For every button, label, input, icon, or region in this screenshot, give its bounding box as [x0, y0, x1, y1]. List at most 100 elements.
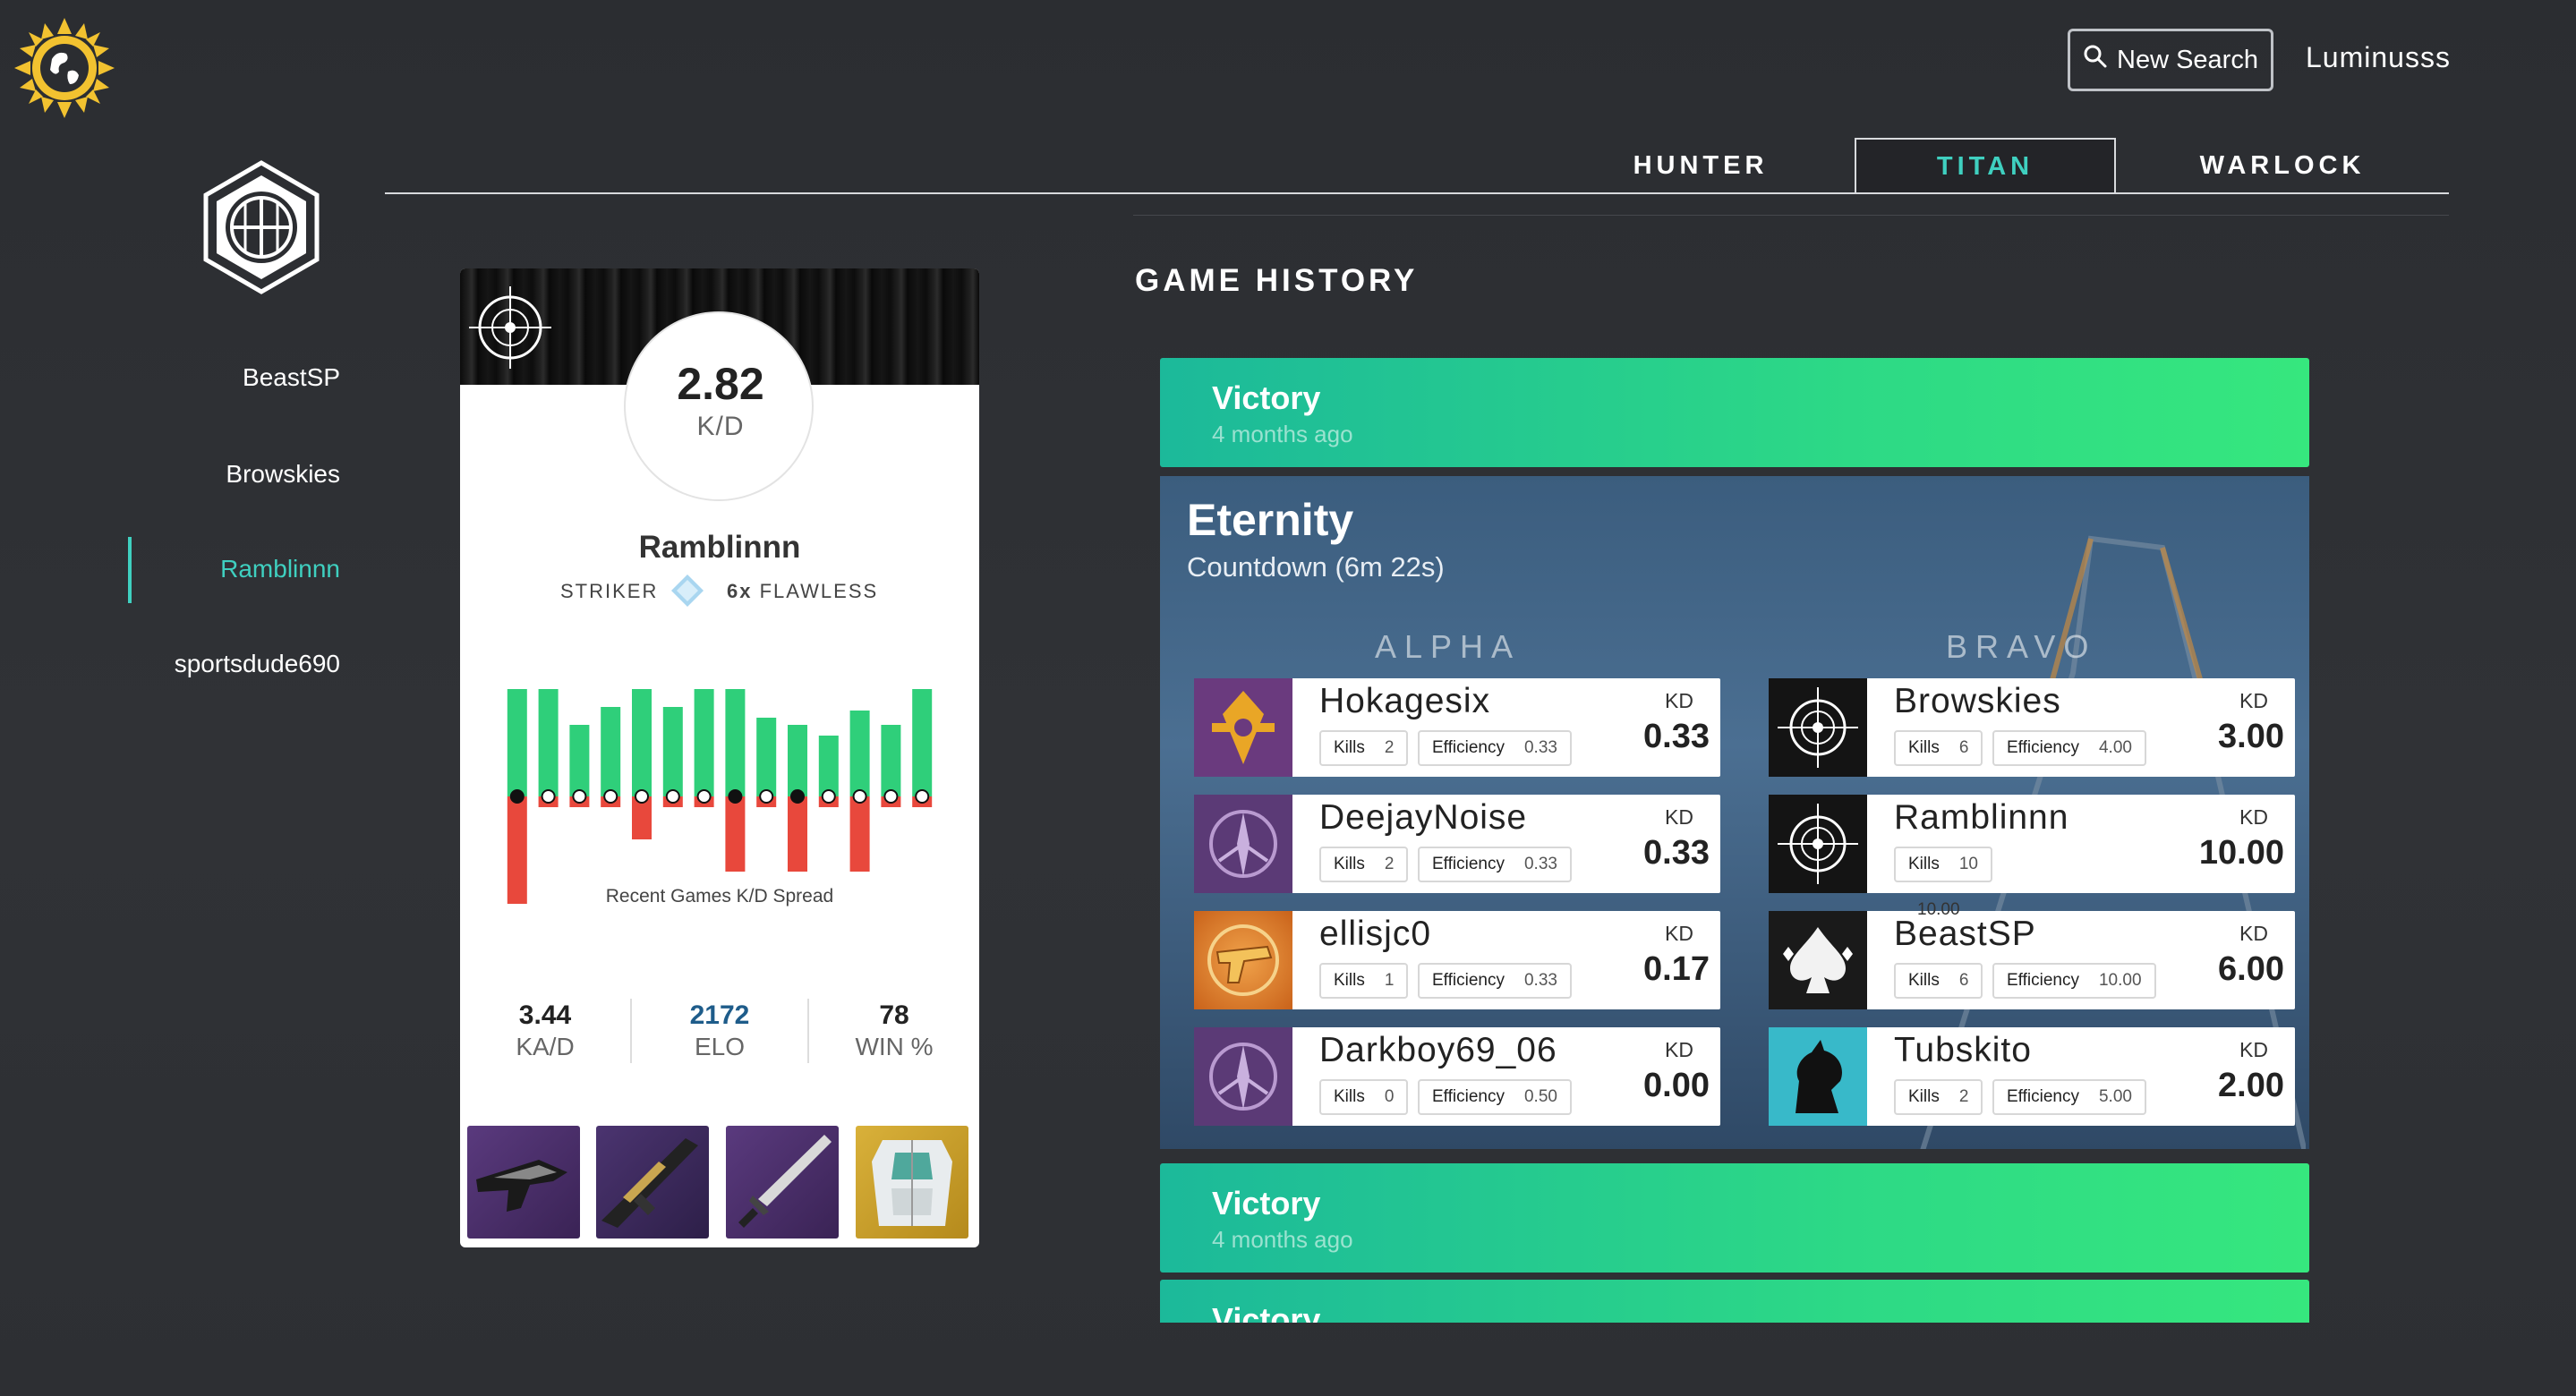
- kd-positive-bar: [912, 689, 933, 796]
- clan-emblem-icon: [200, 159, 322, 295]
- game-item[interactable]: Victory 4 months ago: [1160, 1163, 2309, 1273]
- player-row-darkboy69-06[interactable]: Darkboy69_06 Kills 0 Efficiency 0.50 KD 0.…: [1194, 1027, 1720, 1126]
- kd-label: K/D: [696, 412, 745, 441]
- new-search-button[interactable]: New Search: [2068, 29, 2273, 91]
- kd-positive-bar: [632, 689, 652, 796]
- kd-marker: [541, 789, 556, 804]
- search-icon: [2083, 44, 2108, 76]
- efficiency-chip: Efficiency 0.33: [1418, 730, 1572, 766]
- auto-rifle-icon[interactable]: [467, 1126, 580, 1239]
- new-search-label: New Search: [2117, 45, 2258, 74]
- app-logo-icon[interactable]: [13, 16, 116, 120]
- elo-label: ELO: [694, 1033, 746, 1060]
- kd-positive-bar: [818, 736, 839, 796]
- kad-value: 3.44: [518, 1000, 572, 1030]
- player-kd: 6.00: [2218, 950, 2284, 988]
- player-row-hokagesix[interactable]: Hokagesix Kills 2 Efficiency 0.33 KD 0.33: [1194, 678, 1720, 777]
- player-row-beastsp[interactable]: BeastSP Kills 6 Efficiency 10.00 KD 6.00: [1769, 911, 2295, 1009]
- game-time: 4 months ago: [1212, 421, 1353, 447]
- player-row-tubskito[interactable]: Tubskito Kills 2 Efficiency 5.00 KD 2.00: [1769, 1027, 2295, 1126]
- purple-warlock-emblem-icon: [1194, 795, 1292, 893]
- kd-positive-bar: [662, 707, 683, 796]
- kd-positive-bar: [881, 725, 901, 796]
- efficiency-tooltip: 10.00: [1917, 900, 1960, 919]
- subclass-label: STRIKER: [560, 580, 659, 602]
- kd-positive-bar: [694, 689, 714, 796]
- kd-value: 2.82: [677, 359, 764, 409]
- username-link[interactable]: Luminusss: [2306, 41, 2451, 74]
- kd-label: KD: [1665, 689, 1693, 712]
- game-history-list[interactable]: Victory 4 months ago Eternity Countdown …: [1160, 358, 2309, 1323]
- sniper-rifle-icon[interactable]: [596, 1126, 709, 1239]
- chest-armor-icon[interactable]: [856, 1126, 968, 1239]
- sword-icon[interactable]: [726, 1126, 839, 1239]
- game-result: Victory: [1212, 1185, 1321, 1222]
- crosshair-emblem-icon: [1769, 678, 1867, 777]
- player-kd: 0.00: [1643, 1067, 1710, 1104]
- player-row-deejaynoise[interactable]: DeejayNoise Kills 2 Efficiency 0.33 KD 0.3…: [1194, 795, 1720, 893]
- game-item[interactable]: Victory 4 months ago: [1160, 358, 2309, 467]
- sidebar-item-sportsdude690[interactable]: sportsdude690: [0, 650, 340, 678]
- player-name: Ramblinnn: [638, 530, 801, 565]
- kd-spread-chart: [507, 689, 933, 904]
- win-stat: 78 WIN %: [809, 1000, 979, 1061]
- kd-marker: [603, 789, 618, 804]
- kills-chip: Kills 2: [1319, 847, 1409, 882]
- efficiency-chip: Efficiency 0.50: [1418, 1079, 1572, 1115]
- player-row-ellisjc0[interactable]: ellisjc0 Kills 1 Efficiency 0.33 KD 0.17: [1194, 911, 1720, 1009]
- kd-negative-bar: [788, 796, 807, 872]
- player-name: BeastSP: [1894, 915, 2036, 953]
- tab-warlock[interactable]: WARLOCK: [2116, 138, 2449, 193]
- kd-marker: [883, 789, 899, 804]
- player-row-browskies[interactable]: Browskies Kills 6 Efficiency 4.00 KD 3.00: [1769, 678, 2295, 777]
- kills-chip: Kills 0: [1319, 1079, 1409, 1115]
- game-history-title: GAME HISTORY: [1135, 263, 1419, 298]
- sidebar-item-ramblinnn[interactable]: Ramblinnn: [0, 555, 340, 583]
- golden-gun-emblem-icon: [1194, 911, 1292, 1009]
- tabs-divider: [385, 192, 2449, 194]
- kd-marker: [665, 789, 680, 804]
- player-kd: 3.00: [2218, 718, 2284, 755]
- gold-diamond-emblem-icon: [1194, 678, 1292, 777]
- player-name: Tubskito: [1894, 1031, 2032, 1069]
- kd-label: KD: [1665, 1038, 1693, 1061]
- kd-positive-bar: [601, 707, 621, 796]
- player-name: Browskies: [1894, 682, 2061, 720]
- player-card: 2.82 K/D Ramblinnn STRIKER 6x FLAWLESS R…: [460, 268, 979, 1247]
- elo-value: 2172: [689, 1000, 750, 1030]
- purple-warlock-emblem-icon: [1194, 1027, 1292, 1126]
- kd-marker: [635, 789, 649, 804]
- player-row-ramblinnn[interactable]: Ramblinnn Kills 10 KD 10.00: [1769, 795, 2295, 893]
- player-kd: 0.33: [1643, 718, 1710, 755]
- kd-positive-bar: [849, 711, 870, 796]
- history-divider: [1133, 215, 2449, 216]
- kills-chip: Kills 2: [1894, 1079, 1983, 1115]
- kd-label: KD: [1665, 805, 1693, 829]
- tab-titan[interactable]: TITAN: [1855, 138, 2116, 193]
- kd-positive-bar: [538, 689, 559, 796]
- kad-stat: 3.44 KA/D: [460, 1000, 630, 1061]
- kd-label: KD: [2239, 922, 2268, 945]
- efficiency-chip: Efficiency 10.00: [1992, 963, 2156, 999]
- kad-label: KA/D: [516, 1033, 575, 1060]
- crosshair-emblem-icon: [469, 286, 551, 369]
- sidebar-item-beastsp[interactable]: BeastSP: [0, 363, 340, 392]
- map-name: Eternity: [1187, 495, 1354, 545]
- flawless-count: 6x FLAWLESS: [727, 580, 879, 602]
- game-item[interactable]: Victory: [1160, 1280, 2309, 1323]
- team-bravo-label: BRAVO: [1946, 628, 2097, 665]
- game-time: 4 months ago: [1212, 1226, 1353, 1253]
- game-result: Victory: [1212, 1301, 1321, 1323]
- player-kd: 0.17: [1643, 950, 1710, 988]
- sidebar-item-browskies[interactable]: Browskies: [0, 460, 340, 489]
- kd-marker: [915, 789, 930, 804]
- player-kd: 2.00: [2218, 1067, 2284, 1104]
- tab-hunter[interactable]: HUNTER: [1547, 138, 1855, 193]
- efficiency-chip: Efficiency 0.33: [1418, 847, 1572, 882]
- kd-marker: [728, 789, 743, 804]
- kills-chip: Kills 6: [1894, 963, 1983, 999]
- kd-label: KD: [2239, 689, 2268, 712]
- match-details: Eternity Countdown (6m 22s) ALPHA BRAVO …: [1160, 476, 2309, 1149]
- player-name: DeejayNoise: [1319, 798, 1528, 837]
- win-value: 78: [879, 1000, 909, 1030]
